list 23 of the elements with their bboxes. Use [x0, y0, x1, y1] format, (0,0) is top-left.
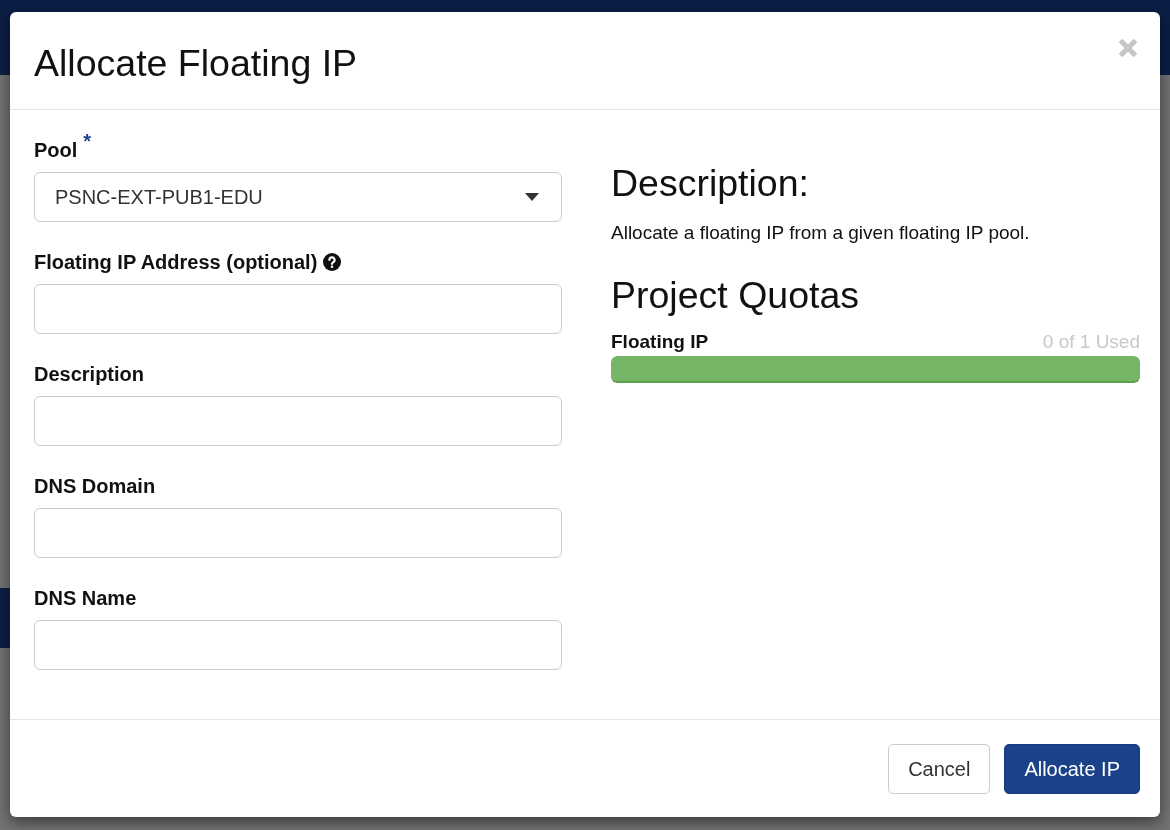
modal-title: Allocate Floating IP [34, 40, 358, 85]
field-label: Floating IP Address (optional) [34, 250, 318, 274]
text-input-field[interactable] [34, 396, 562, 446]
description-text: Allocate a floating IP from a given floating IP pool. [611, 221, 1031, 245]
field-label: DNS Name [34, 586, 137, 610]
dropdown-field[interactable]: PSNC-EXT-PUB1-EDU [34, 172, 562, 222]
text-input-field[interactable] [34, 284, 562, 334]
required-mark: * [83, 134, 92, 148]
section-heading: Description: [611, 163, 810, 204]
cancel-button[interactable]: Cancel [888, 744, 991, 794]
field-label: DNS Domain [34, 474, 156, 498]
text-input-field[interactable] [34, 620, 562, 670]
field-label: Description [34, 362, 145, 386]
caret-icon [525, 193, 539, 201]
help-icon[interactable] [323, 253, 342, 271]
close-icon [1118, 38, 1138, 58]
text-input-field[interactable] [34, 508, 562, 558]
quota-label: Floating IP [611, 331, 709, 353]
field-label: Pool [34, 138, 78, 162]
sidebar-highlight [0, 588, 10, 648]
close-button[interactable] [1118, 38, 1138, 58]
allocate-button[interactable]: Allocate IP [1004, 744, 1140, 794]
section-heading: Project Quotas [611, 275, 861, 316]
